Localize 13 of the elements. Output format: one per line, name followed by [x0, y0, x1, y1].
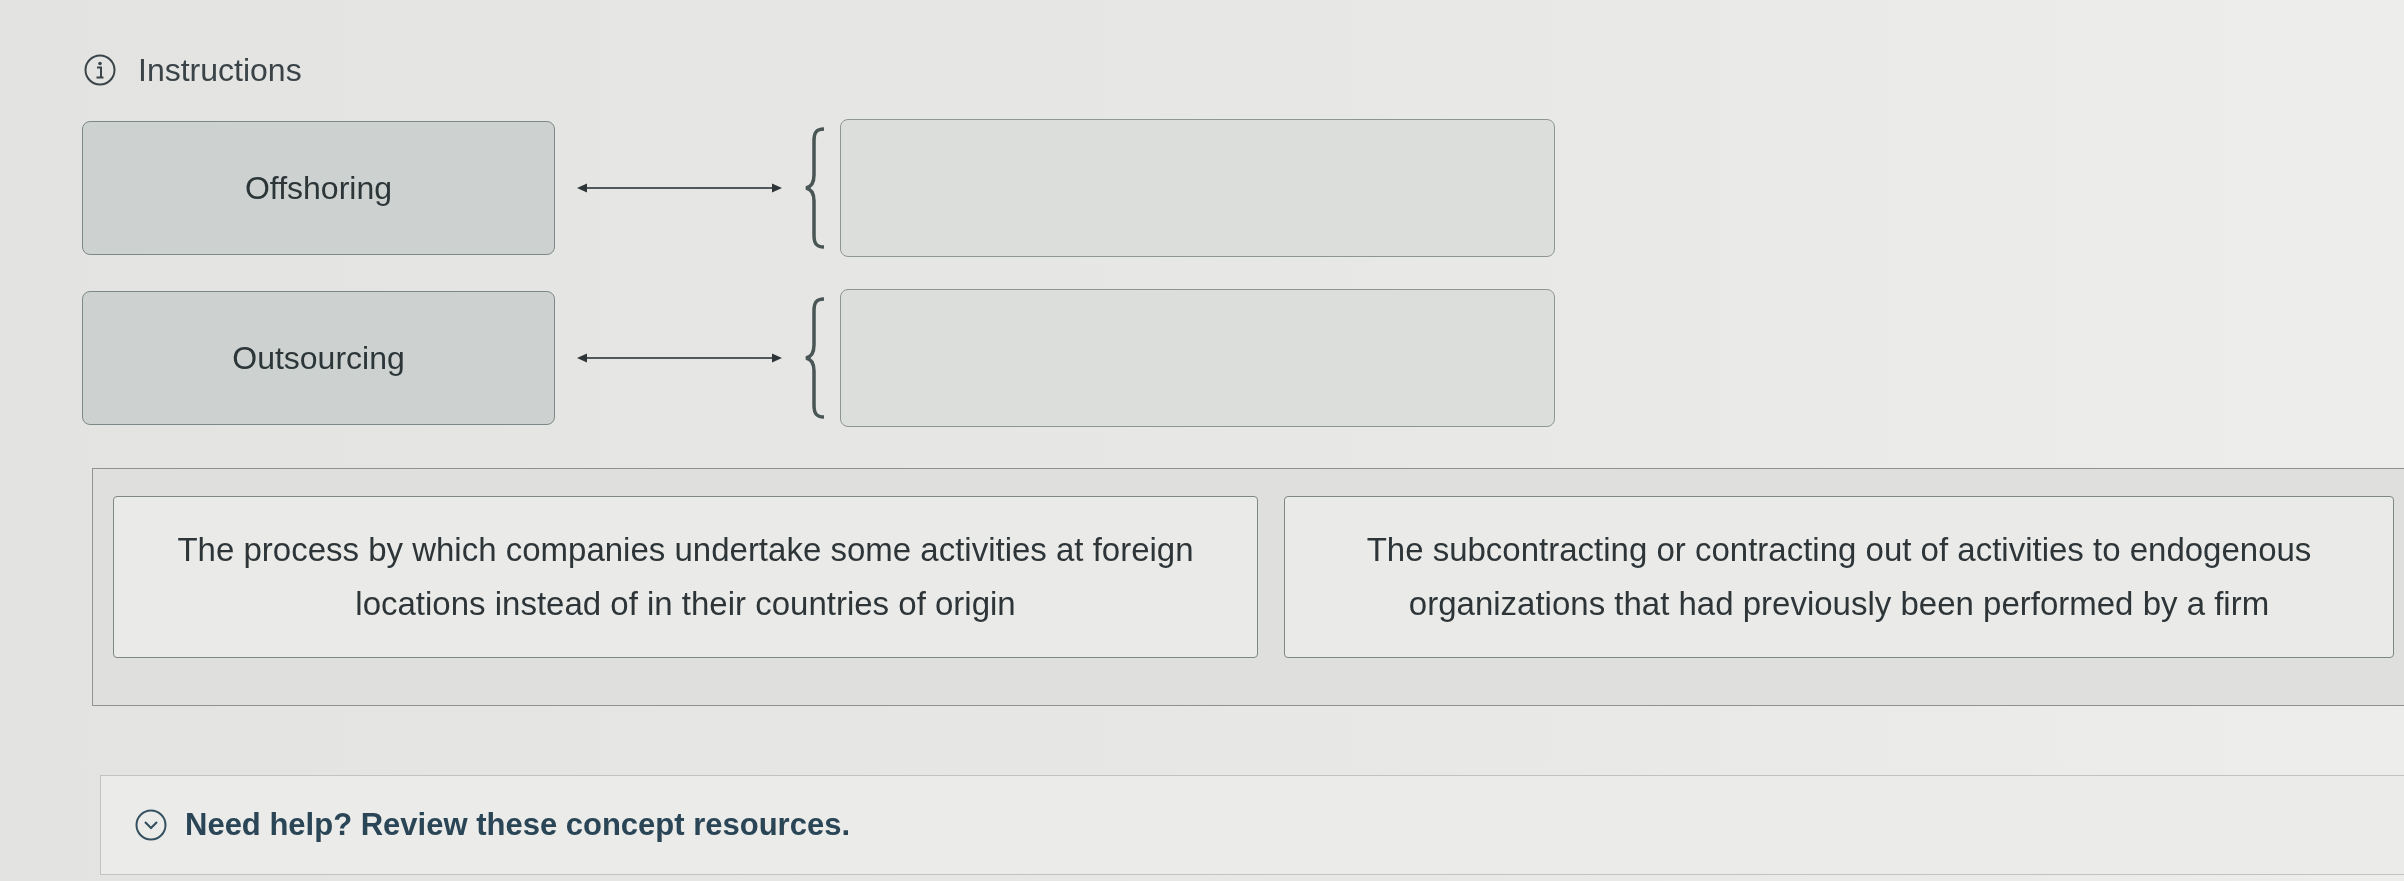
info-icon [84, 54, 116, 86]
brace-icon [804, 297, 826, 419]
drop-zone[interactable] [840, 119, 1555, 257]
term-card[interactable]: Outsourcing [82, 291, 555, 425]
drop-zone[interactable] [840, 289, 1555, 427]
double-arrow-icon [577, 182, 782, 194]
instructions-toggle[interactable]: Instructions [84, 51, 302, 89]
term-card[interactable]: Offshoring [82, 121, 555, 255]
help-toggle[interactable]: Need help? Review these concept resources. [135, 807, 851, 843]
brace-icon [804, 127, 826, 249]
double-arrow-icon [577, 352, 782, 364]
answer-card[interactable]: The process by which companies undertake some activities at foreign locations instead of in their countries of origin [113, 496, 1258, 658]
answer-card[interactable]: The subcontracting or contracting out of activities to endogenous organizations that had previously been performed by a firm [1284, 496, 2394, 658]
